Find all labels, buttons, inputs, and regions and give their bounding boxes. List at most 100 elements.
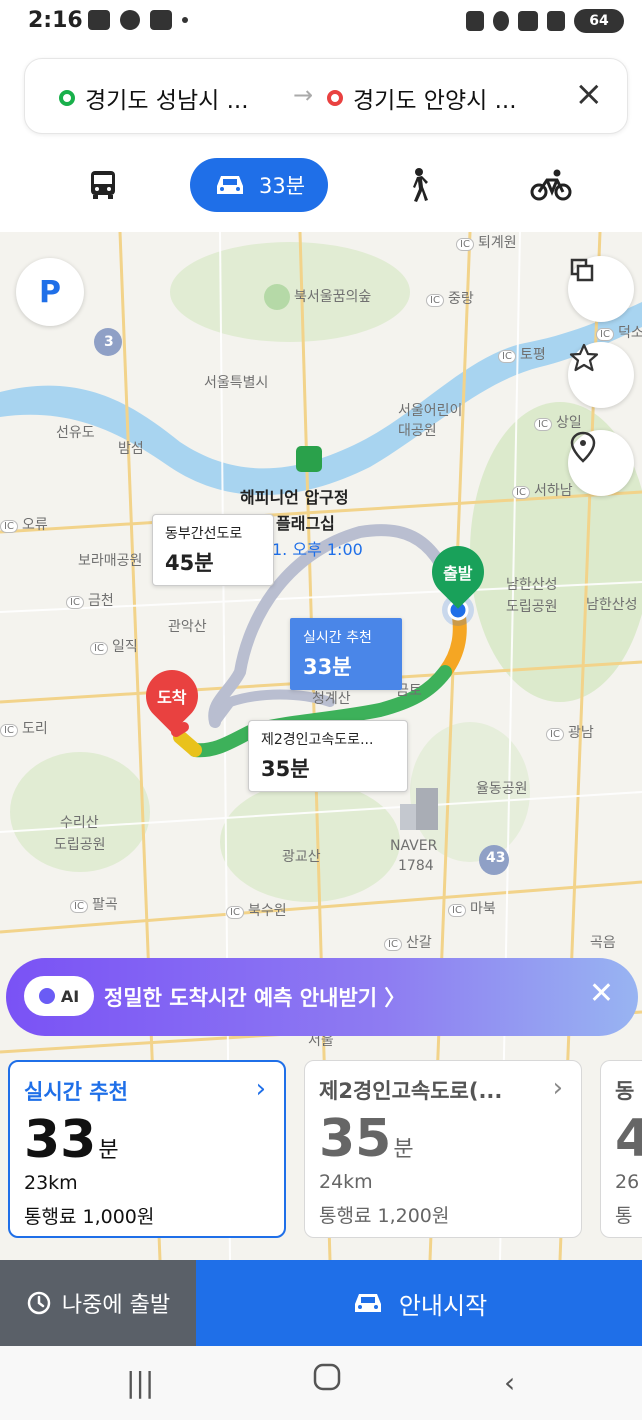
route-card-alt[interactable]: 제2경인고속도로(... › 35분 24km 통행료 1,200원 [304,1060,582,1238]
location-icon [493,11,509,31]
start-navigation-label: 안내시작 [398,1291,488,1320]
map-label: 남한산성 [506,577,558,593]
layers-icon [570,258,594,282]
map-label: 청계산 [312,691,351,707]
more-dot-icon [182,17,188,23]
tab-walk[interactable] [396,158,440,212]
origin-field[interactable]: 경기도 성남시 ... [59,81,249,115]
close-icon[interactable]: × [575,77,604,111]
map-label: 도립공원 [506,599,558,615]
tab-bike[interactable] [526,158,576,212]
route-arrow-icon: → [293,81,314,109]
destination-dot-icon [327,90,343,106]
ai-badge: AI [24,976,94,1016]
end-pin-label: 도착 [157,688,187,708]
clock-icon [27,1291,51,1315]
ai-banner-text[interactable]: 정밀한 도착시간 예측 안내받기 〉 [104,982,405,1012]
destination-field[interactable]: 경기도 안양시 ... [327,81,517,115]
map-label: IC 중랑 [426,288,474,308]
route-card-title: 동 [615,1079,635,1103]
route-bar[interactable]: 경기도 성남시 ... → 경기도 안양시 ... × [24,58,628,134]
depart-later-button[interactable]: 나중에 출발 [0,1260,196,1346]
depart-later-label: 나중에 출발 [61,1293,171,1318]
screenshot-icon [150,10,172,30]
layers-button[interactable] [568,256,634,322]
map-label: 도립공원 [54,837,106,853]
home-icon[interactable] [312,1362,342,1399]
map-label: 율동공원 [476,781,528,797]
map-label: 광교산 [282,849,321,865]
map-label: IC덕소삼 [596,322,642,342]
close-icon[interactable]: ✕ [589,976,614,1011]
map-label: IC 광남 [546,722,594,742]
route-card-toll: 통행료 1,000원 [24,1206,155,1228]
map-label: 서울특별시 [204,375,269,391]
wifi-icon [518,11,538,31]
route-card-distance: 24km [319,1171,373,1193]
walk-icon [413,168,428,202]
route-number-badge: 43 [486,850,506,866]
favorite-button[interactable] [568,342,634,408]
back-icon[interactable]: ‹ [504,1366,515,1399]
map-label: IC 퇴계원 [456,232,517,252]
ai-arrival-banner[interactable]: AI 정밀한 도착시간 예측 안내받기 〉 ✕ [6,958,638,1036]
route-callout-time: 33분 [303,655,352,679]
route-card-toll: 통 [615,1205,633,1227]
route-card-distance: 23km [24,1172,78,1194]
route-card-minutes: 33분 [24,1110,119,1170]
status-time: 2:16 [28,8,83,33]
system-icons: 64 [466,9,624,33]
route-card-alt[interactable]: 동 4 26 통 [600,1060,642,1238]
route-callout-time: 45분 [165,551,214,575]
battery-icon: 64 [574,9,624,33]
route-callout-alt1[interactable]: 동부간선도로 45분 [152,514,274,586]
origin-text: 경기도 성남시 ... [85,88,249,114]
tab-transit[interactable] [78,158,128,212]
route-callout-alt2[interactable]: 제2경인고속도로... 35분 [248,720,408,792]
map-label: IC 일직 [90,636,138,656]
map-label: 1784 [398,858,434,874]
route-card-toll: 통행료 1,200원 [319,1205,450,1227]
map-label: IC 오류 [0,514,48,534]
route-card-title: 제2경인고속도로(... [319,1079,503,1103]
route-callout-name: 실시간 추천 [303,630,372,646]
route-card-recommended[interactable]: 실시간 추천 › 33분 23km 통행료 1,000원 [8,1060,286,1238]
map-label: IC 토평 [498,344,546,364]
map-label: IC 팔곡 [70,894,118,914]
map-label: 서울어린이 [398,403,463,419]
route-card-minutes: 4 [615,1109,642,1169]
poi-label[interactable]: 해피니언 압구정 [240,484,349,508]
recent-apps-icon[interactable]: ||| [126,1366,154,1399]
bicycle-icon [530,169,572,201]
location-pin-icon [570,431,596,463]
start-navigation-button[interactable]: 안내시작 [196,1260,642,1346]
bus-icon [91,171,115,199]
route-card-title: 실시간 추천 [24,1080,128,1104]
map-label: 수리산 [60,815,99,831]
route-card-minutes: 35분 [319,1109,414,1169]
status-bar: 2:16 64 [0,0,642,44]
map-label: 선유도 [56,425,95,441]
map-label: 남한산성 [586,597,638,613]
parking-button[interactable]: P [16,258,84,326]
map-label: IC 산갈 [384,932,432,952]
chevron-right-icon: › [255,1074,266,1104]
destination-text: 경기도 안양시 ... [353,88,517,114]
map-label: IC 북수원 [226,900,287,920]
ai-sparkle-icon [38,988,55,1004]
add-waypoint-button[interactable] [568,430,634,496]
route-callout-time: 35분 [261,757,310,781]
signal-icon [547,11,565,31]
poi-label[interactable]: 플래그십 [276,510,335,534]
start-pin-label: 출발 [443,564,473,584]
route-timestamp: 1. 오후 1:00 [272,540,363,559]
tab-car[interactable]: 33분 [190,158,328,212]
route-callout-recommended[interactable]: 실시간 추천 33분 [290,618,402,690]
map-label: IC 금천 [66,590,114,610]
map-label: 곡음 [590,935,616,951]
map-label: IC 서하남 [512,480,573,500]
chat-icon [88,10,110,30]
map-label: NAVER [390,838,438,854]
map-label: 북서울꿈의숲 [264,284,371,310]
ai-badge-label: AI [60,986,80,1006]
